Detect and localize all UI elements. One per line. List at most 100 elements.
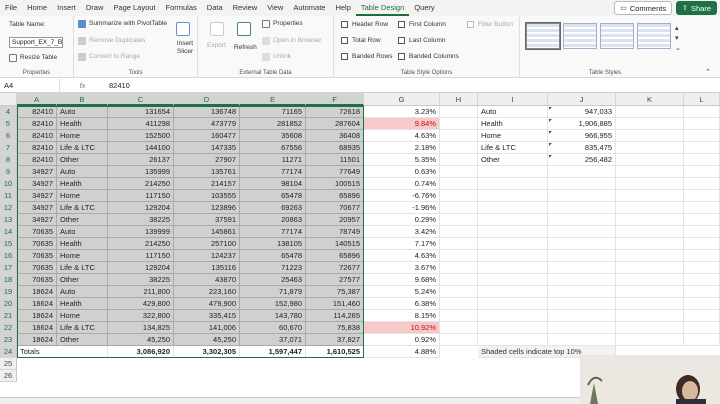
- empty-cell[interactable]: [616, 106, 684, 118]
- name-box[interactable]: A4: [0, 78, 60, 92]
- empty-cell[interactable]: [440, 118, 478, 130]
- table-cell[interactable]: 67556: [240, 142, 306, 154]
- summary-value-cell[interactable]: [548, 298, 616, 310]
- styles-more-icon[interactable]: ⌄: [675, 44, 681, 52]
- summary-value-cell[interactable]: [548, 274, 616, 286]
- empty-cell[interactable]: [440, 190, 478, 202]
- empty-cell[interactable]: [440, 286, 478, 298]
- column-header-k[interactable]: K: [616, 93, 684, 106]
- table-cell[interactable]: 65896: [306, 190, 364, 202]
- table-cell[interactable]: 68935: [306, 142, 364, 154]
- empty-cell[interactable]: [616, 298, 684, 310]
- table-cell[interactable]: Other: [57, 334, 108, 346]
- table-cell[interactable]: 147335: [174, 142, 240, 154]
- table-cell[interactable]: 144100: [108, 142, 174, 154]
- summary-label-cell[interactable]: [478, 274, 548, 286]
- summary-label-cell[interactable]: [478, 298, 548, 310]
- growth-cell[interactable]: 7.17%: [364, 238, 440, 250]
- empty-cell[interactable]: [616, 190, 684, 202]
- empty-cell[interactable]: [440, 142, 478, 154]
- table-cell[interactable]: Home: [57, 190, 108, 202]
- summary-value-cell[interactable]: 256,482: [548, 154, 616, 166]
- table-cell[interactable]: 45,250: [108, 334, 174, 346]
- table-cell[interactable]: 135116: [174, 262, 240, 274]
- summary-value-cell[interactable]: [548, 238, 616, 250]
- table-cell[interactable]: 151,460: [306, 298, 364, 310]
- table-cell[interactable]: 70635: [17, 250, 57, 262]
- menu-draw[interactable]: Draw: [81, 0, 109, 16]
- table-cell[interactable]: 34927: [17, 214, 57, 226]
- empty-cell[interactable]: [440, 238, 478, 250]
- empty-cell[interactable]: [440, 106, 478, 118]
- table-cell[interactable]: 71,879: [240, 286, 306, 298]
- menu-insert[interactable]: Insert: [52, 0, 81, 16]
- table-cell[interactable]: 71165: [240, 106, 306, 118]
- menu-help[interactable]: Help: [330, 0, 355, 16]
- empty-cell[interactable]: [616, 250, 684, 262]
- row-header[interactable]: 25: [0, 358, 17, 370]
- summary-value-cell[interactable]: [548, 262, 616, 274]
- table-style-swatch[interactable]: [637, 23, 671, 49]
- table-cell[interactable]: Other: [57, 274, 108, 286]
- empty-cell[interactable]: [616, 226, 684, 238]
- row-header[interactable]: 24: [0, 346, 17, 358]
- table-cell[interactable]: 45,250: [174, 334, 240, 346]
- row-header[interactable]: 10: [0, 178, 17, 190]
- growth-cell[interactable]: 2.18%: [364, 142, 440, 154]
- summary-label-cell[interactable]: [478, 190, 548, 202]
- table-cell[interactable]: Auto: [57, 286, 108, 298]
- summary-value-cell[interactable]: [548, 166, 616, 178]
- table-cell[interactable]: 71223: [240, 262, 306, 274]
- table-cell[interactable]: Health: [57, 238, 108, 250]
- row-header[interactable]: 6: [0, 130, 17, 142]
- growth-cell[interactable]: 0.92%: [364, 334, 440, 346]
- growth-cell[interactable]: 8.15%: [364, 310, 440, 322]
- table-cell[interactable]: 60,670: [240, 322, 306, 334]
- table-cell[interactable]: Auto: [57, 106, 108, 118]
- table-cell[interactable]: 65478: [240, 250, 306, 262]
- table-cell[interactable]: 34927: [17, 178, 57, 190]
- table-cell[interactable]: 82410: [17, 142, 57, 154]
- table-cell[interactable]: 69263: [240, 202, 306, 214]
- table-cell[interactable]: 129204: [108, 202, 174, 214]
- export-button[interactable]: Export: [207, 42, 226, 49]
- table-cell[interactable]: 429,800: [108, 298, 174, 310]
- share-button[interactable]: ⇧ Share: [676, 1, 717, 15]
- summary-label-cell[interactable]: [478, 202, 548, 214]
- row-header[interactable]: 19: [0, 286, 17, 298]
- empty-cell[interactable]: [684, 106, 720, 118]
- table-cell[interactable]: 257100: [174, 238, 240, 250]
- table-cell[interactable]: 18624: [17, 298, 57, 310]
- column-header-f[interactable]: F: [306, 93, 364, 106]
- row-header[interactable]: 15: [0, 238, 17, 250]
- table-cell[interactable]: 11501: [306, 154, 364, 166]
- column-header-j[interactable]: J: [548, 93, 616, 106]
- empty-cell[interactable]: [684, 166, 720, 178]
- table-cell[interactable]: 70677: [306, 202, 364, 214]
- styles-scroll-up-icon[interactable]: ▴: [675, 24, 679, 32]
- row-header[interactable]: 18: [0, 274, 17, 286]
- table-cell[interactable]: 145861: [174, 226, 240, 238]
- menu-review[interactable]: Review: [228, 0, 263, 16]
- growth-cell[interactable]: 4.63%: [364, 250, 440, 262]
- table-cell[interactable]: 11271: [240, 154, 306, 166]
- table-cell[interactable]: 36408: [306, 130, 364, 142]
- growth-cell[interactable]: 3.23%: [364, 106, 440, 118]
- table-cell[interactable]: 72618: [306, 106, 364, 118]
- table-cell[interactable]: 27577: [306, 274, 364, 286]
- table-cell[interactable]: Other: [57, 154, 108, 166]
- empty-cell[interactable]: [616, 262, 684, 274]
- empty-cell[interactable]: [440, 130, 478, 142]
- empty-cell[interactable]: [440, 214, 478, 226]
- empty-cell[interactable]: [616, 286, 684, 298]
- empty-cell[interactable]: [616, 238, 684, 250]
- summary-value-cell[interactable]: [548, 322, 616, 334]
- summary-value-cell[interactable]: [548, 202, 616, 214]
- empty-cell[interactable]: [684, 322, 720, 334]
- growth-cell[interactable]: 4.63%: [364, 130, 440, 142]
- table-cell[interactable]: 140515: [306, 238, 364, 250]
- empty-cell[interactable]: [616, 274, 684, 286]
- table-cell[interactable]: 141,006: [174, 322, 240, 334]
- empty-cell[interactable]: [684, 142, 720, 154]
- table-style-swatch[interactable]: [526, 23, 560, 49]
